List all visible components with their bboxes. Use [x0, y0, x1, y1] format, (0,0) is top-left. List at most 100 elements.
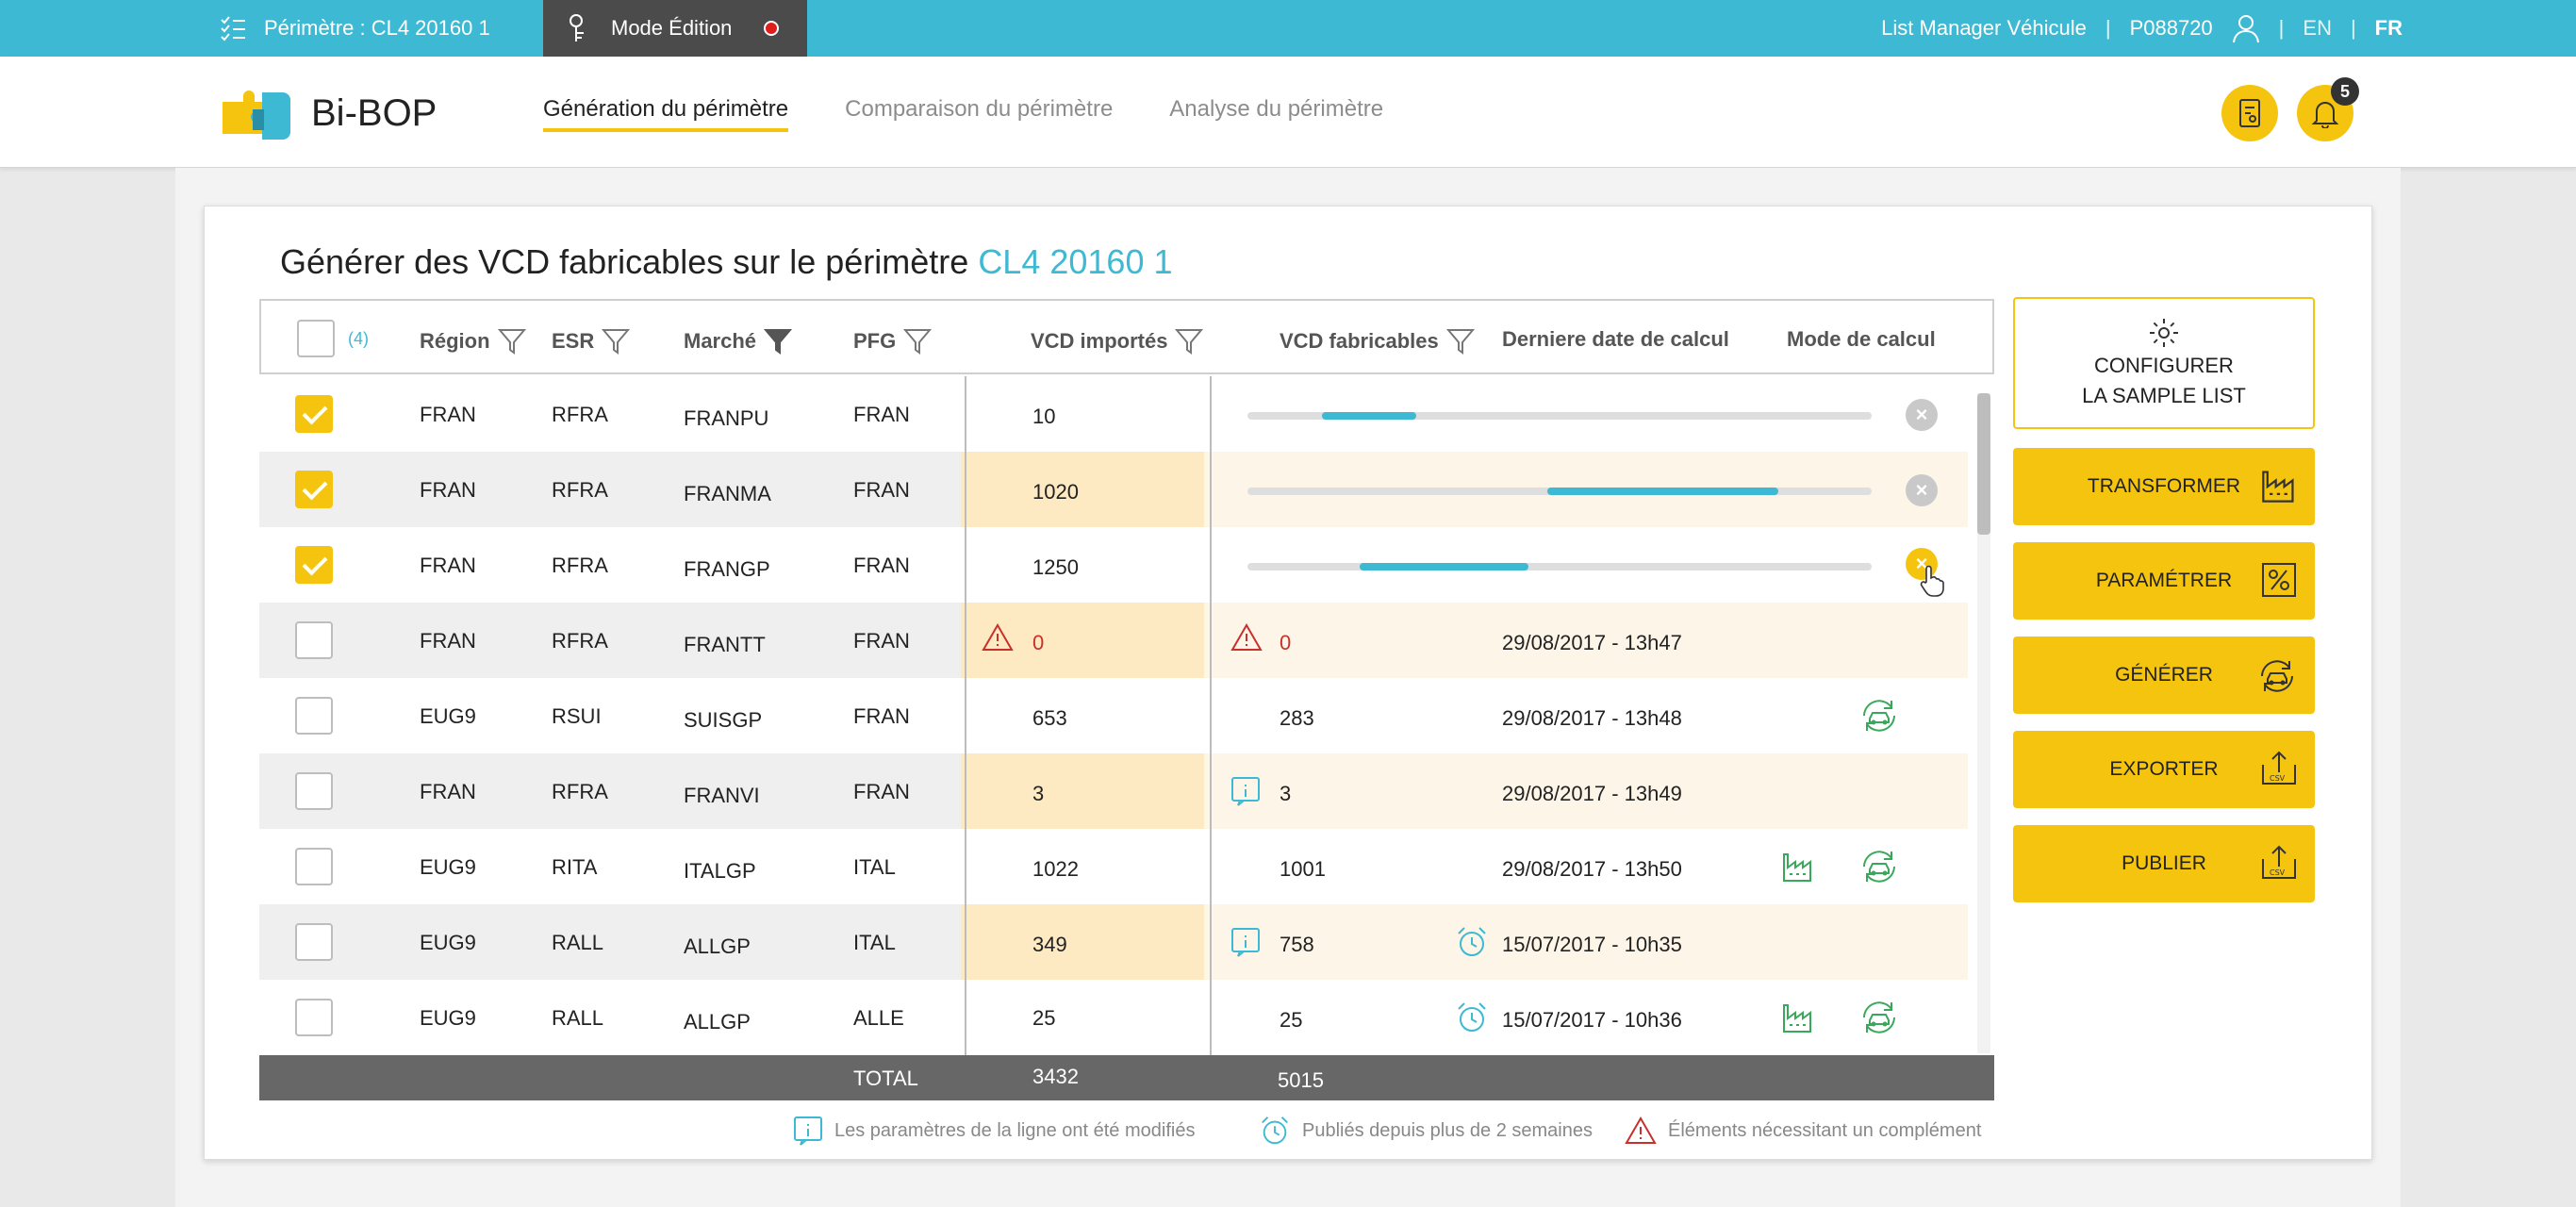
col-pfg[interactable]: PFG [853, 327, 933, 355]
col-date[interactable]: Derniere date de calcul [1502, 327, 1729, 352]
col-marche[interactable]: Marché [684, 327, 793, 355]
cell-fab: 758 [1280, 933, 1314, 956]
table-row[interactable]: FRAN RFRA FRANMA FRAN 1020 × [259, 452, 1968, 527]
csv-export-icon: CSV [2262, 751, 2296, 785]
col-imp[interactable]: VCD importés [1031, 327, 1204, 355]
cancel-button[interactable]: × [1906, 399, 1938, 431]
document-button[interactable] [2221, 85, 2278, 141]
table-row[interactable]: FRAN RFRA FRANTT FRAN 0 0 29/08/2017 - 1… [259, 603, 1968, 678]
progress-bar [1247, 563, 1872, 570]
col-region[interactable]: Région [420, 327, 526, 355]
info-modified-icon [1231, 928, 1260, 957]
factory-icon[interactable] [1781, 1000, 1815, 1034]
row-checkbox[interactable] [295, 697, 333, 735]
app-name: List Manager Véhicule [1881, 16, 2087, 40]
progress-fill [1360, 563, 1528, 570]
gear-icon [2150, 319, 2178, 347]
separator: | [2105, 16, 2111, 40]
cell-fab: 283 [1280, 706, 1314, 730]
filter-icon[interactable] [903, 327, 933, 355]
cell-pfg: ITAL [853, 855, 896, 879]
logo-puzzle-icon [223, 91, 290, 140]
total-imp: 3432 [1032, 1065, 1079, 1088]
imp-cell-bg [961, 904, 1204, 980]
col-fab-label: VCD fabricables [1280, 329, 1439, 353]
cell-marche: FRANGP [684, 557, 770, 581]
title-text: Générer des VCD fabricables sur le périm… [280, 242, 979, 281]
table-row[interactable]: FRAN RFRA FRANPU FRAN 10 × [259, 376, 1968, 452]
col-esr[interactable]: ESR [552, 327, 631, 355]
lang-fr[interactable]: FR [2375, 16, 2403, 41]
factory-icon[interactable] [1781, 850, 1815, 884]
tab-generation[interactable]: Génération du périmètre [543, 96, 789, 132]
percent-icon [2262, 563, 2296, 597]
table-row[interactable]: EUG9 RALL ALLGP ALLE 25 25 15/07/2017 - … [259, 980, 1968, 1055]
total-row: TOTAL 3432 5015 [259, 1055, 1994, 1100]
col-date-label: Derniere date de calcul [1502, 327, 1729, 351]
car-regenerate-icon[interactable] [1858, 695, 1900, 736]
filter-icon[interactable] [1445, 327, 1475, 355]
column-divider [1210, 376, 1212, 1055]
col-fab[interactable]: VCD fabricables [1280, 327, 1475, 355]
cell-marche: ALLGP [684, 1010, 751, 1033]
perimeter-indicator[interactable]: Périmètre : CL4 20160 1 [219, 0, 490, 57]
row-checkbox[interactable] [295, 546, 333, 584]
notifications-button[interactable]: 5 [2297, 77, 2359, 141]
warning-icon [1230, 623, 1263, 651]
cell-marche: ITALGP [684, 859, 756, 883]
row-checkbox[interactable] [295, 999, 333, 1036]
cell-pfg: FRAN [853, 704, 910, 728]
scrollbar-thumb[interactable] [1977, 393, 1990, 535]
table-row[interactable]: EUG9 RITA ITALGP ITAL 1022 1001 29/08/20… [259, 829, 1968, 904]
legend-published-label: Publiés depuis plus de 2 semaines [1302, 1119, 1593, 1141]
row-checkbox[interactable] [295, 471, 333, 508]
user-icon[interactable] [2232, 13, 2260, 43]
cancel-button[interactable]: × [1906, 474, 1938, 506]
lang-en[interactable]: EN [2303, 16, 2332, 41]
exporter-button[interactable]: EXPORTER CSV [2013, 731, 2315, 808]
row-checkbox[interactable] [295, 772, 333, 810]
progress-bar [1247, 488, 1872, 495]
cell-date: 29/08/2017 - 13h50 [1502, 857, 1682, 881]
table-row[interactable]: EUG9 RALL ALLGP ITAL 349 758 15/07/2017 … [259, 904, 1968, 980]
legend-warning-label: Éléments nécessitant un complément [1668, 1119, 1982, 1141]
separator: | [2350, 16, 2356, 40]
selected-count: (4) [348, 329, 369, 348]
table-row[interactable]: FRAN RFRA FRANGP FRAN 1250 × [259, 527, 1968, 603]
table-scrollbar[interactable] [1977, 393, 1990, 1053]
warning-icon [1625, 1116, 1657, 1144]
transformer-button[interactable]: TRANSFORMER [2013, 448, 2315, 525]
car-regenerate-icon[interactable] [1858, 997, 1900, 1038]
edit-mode-toggle[interactable]: Mode Édition [543, 0, 807, 57]
close-icon: × [1915, 478, 1928, 502]
table-row[interactable]: FRAN RFRA FRANVI FRAN 3 3 29/08/2017 - 1… [259, 753, 1968, 829]
cell-marche: FRANPU [684, 406, 769, 430]
col-mode[interactable]: Mode de calcul [1787, 327, 1936, 352]
alarm-clock-icon [1458, 927, 1486, 956]
cell-esr: RFRA [552, 478, 608, 502]
filter-icon[interactable] [1175, 327, 1204, 355]
cell-esr: RSUI [552, 704, 602, 728]
publier-button[interactable]: PUBLIER CSV [2013, 825, 2315, 902]
row-checkbox[interactable] [295, 395, 333, 433]
tab-analyse[interactable]: Analyse du périmètre [1169, 96, 1383, 132]
main-nav: Génération du périmètre Comparaison du p… [543, 96, 1383, 132]
row-checkbox[interactable] [295, 923, 333, 961]
cell-marche: FRANVI [684, 784, 760, 807]
parametrer-button[interactable]: PARAMÉTRER [2013, 542, 2315, 620]
select-all-checkbox[interactable] [297, 320, 335, 357]
row-checkbox[interactable] [295, 848, 333, 885]
row-checkbox[interactable] [295, 621, 333, 659]
factory-icon [2262, 471, 2294, 503]
table-row[interactable]: EUG9 RSUI SUISGP FRAN 653 283 29/08/2017… [259, 678, 1968, 753]
filter-icon[interactable] [497, 327, 526, 355]
car-regenerate-icon[interactable] [1858, 846, 1900, 887]
filter-active-icon[interactable] [764, 327, 793, 355]
progress-fill [1546, 488, 1778, 495]
configure-sample-list-button[interactable]: CONFIGURER LA SAMPLE LIST [2013, 297, 2315, 429]
cell-imp: 0 [1032, 631, 1045, 654]
filter-icon[interactable] [602, 327, 631, 355]
generer-button[interactable]: GÉNÉRER [2013, 637, 2315, 714]
logo[interactable]: Bi-BOP [219, 85, 437, 141]
tab-comparaison[interactable]: Comparaison du périmètre [845, 96, 1113, 132]
